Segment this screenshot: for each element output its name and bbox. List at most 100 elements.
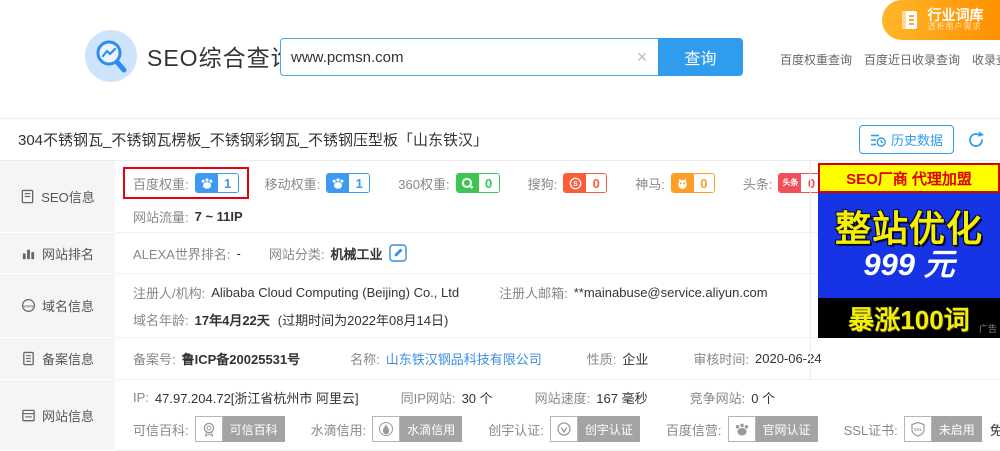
baidu-weight-label: 百度权重: [133,176,189,192]
sidebar-item-site-info: 网站信息 [0,380,115,451]
ad-bottom-strip: 暴涨100词 广告 [818,298,1000,338]
ssl-cert-label: SSL证书: [843,422,898,438]
history-button-label: 历史数据 [890,133,943,148]
sidebar-label: 网站排名 [41,246,94,262]
trusted-baike-badge[interactable]: 可信百科 [194,416,285,442]
logo[interactable]: SEO综合查询 [85,30,295,82]
sidebar-item-domain-info: www 域名信息 [0,274,115,338]
icp-number-value: 鲁ICP备20025531号 [181,352,301,367]
link-index-query[interactable]: 收录查询 [972,51,1000,68]
baidu-weight-value: 1 [217,174,238,192]
domain-age-note: (过期时间为2022年08月14日) [277,312,449,328]
toutiao-label: 头条: [742,176,773,192]
sidebar-item-icp-info: 备案信息 [0,338,115,380]
history-data-button[interactable]: 历史数据 [858,125,954,154]
shuidi-credit-badge[interactable]: 水滴信用 [372,416,463,442]
mobile-weight-value: 1 [349,174,370,192]
bar-chart-icon [22,249,35,259]
baidu-xinying-label: 百度信营: [665,422,722,438]
ad-price: 999 元 [863,247,955,283]
registrant-label: 注册人/机构: [133,285,206,301]
clear-icon[interactable]: × [632,47,652,67]
competitor-value: 0 个 [751,391,776,406]
sidebar: SEO信息 网站排名 www 域名信息 备案信息 网站信息 [0,161,115,451]
ribbon-title: 行业词库 [927,6,984,23]
nature-label: 性质: [586,352,617,367]
query-button[interactable]: 查询 [658,38,743,76]
360-weight-value: 0 [478,174,499,192]
category-value: 机械工业 [330,246,383,262]
email-value: **mainabuse@service.aliyun.com [573,284,768,300]
search-input[interactable] [280,38,658,76]
page-title: 304不锈钢瓦_不锈钢瓦楞板_不锈钢彩钢瓦_不锈钢压型板「山东铁汉」 [18,132,489,149]
link-baidu-weight[interactable]: 百度权重查询 [780,51,852,68]
official-site-cert-badge[interactable]: 官网认证 [727,416,818,442]
seo-query-page: SEO综合查询 × 查询 百度权重查询 百度近日收录查询 收录查询 行业词库 透… [0,0,1000,451]
industry-lexicon-ribbon[interactable]: 行业词库 透析用户需求 [882,0,1000,40]
shenma-badge[interactable]: 0 [670,173,715,193]
ad-headline: 整站优化 [834,207,983,249]
history-list-clock-icon [870,134,886,147]
registrant-value: Alibaba Cloud Computing (Beijing) Co., L… [211,284,460,300]
search-bar: × 查询 [280,38,743,76]
shenma-value: 0 [693,174,714,192]
record-file-icon [23,351,34,366]
same-ip-value: 30 个 [461,391,493,406]
edit-category-icon[interactable] [388,244,407,262]
toutiao-badge[interactable]: 头条 0 [778,173,823,193]
mobile-weight-badge[interactable]: 1 [326,173,371,193]
baidu-paw-icon [327,174,350,192]
competitor-label: 竞争网站: [689,391,746,406]
sidebar-item-seo-info: SEO信息 [0,161,115,233]
trusted-baike-label: 可信百科: [133,422,189,438]
logo-text: SEO综合查询 [147,45,295,71]
same-ip-label: 同IP网站: [400,391,456,406]
baidu-weight-badge[interactable]: 1 [194,173,239,193]
ad-top-strip: SEO厂商 代理加盟 [818,163,1000,193]
ip-label: IP: [133,390,149,405]
baidu-weight-highlight: 百度权重: 1 [123,167,249,199]
baidu-paw-icon [195,174,218,192]
link-baidu-recent-index[interactable]: 百度近日收录查询 [864,51,960,68]
logo-magnifier-icon [85,30,137,82]
traffic-label: 网站流量: [133,210,189,225]
nature-value: 企业 [622,352,649,367]
360-weight-badge[interactable]: 0 [455,173,500,193]
shenma-label: 神马: [635,176,665,192]
chuangyu-cert-label: 创宇认证: [488,422,544,438]
row-icp-info: 备案号: 鲁ICP备20025531号 名称: 山东铁汉钢品科技有限公司 性质:… [115,338,1000,380]
chuangyu-cert-badge[interactable]: 创宇认证 [549,416,640,442]
sidebar-label: 备案信息 [41,352,94,367]
www-globe-icon: www [21,298,36,313]
sogou-label: 搜狗: [527,176,558,192]
domain-age-value: 17年4月22天 [194,312,270,328]
mobile-weight-label: 移动权重: [264,176,321,192]
sogou-badge[interactable]: S 0 [563,173,608,193]
svg-text:SSL: SSL [913,427,922,432]
shuidi-credit-label: 水滴信用: [310,422,367,438]
v-circle-icon [549,416,578,442]
alexa-label: ALEXA世界排名: [133,246,231,262]
refresh-icon[interactable] [966,130,986,150]
360-logo-icon [456,174,479,192]
ssl-shield-icon: SSL [903,416,932,442]
water-drop-icon [372,416,401,442]
medal-icon [194,416,223,442]
sogou-value: 0 [586,174,607,192]
book-icon [901,11,917,29]
result-table: SEO信息 网站排名 www 域名信息 备案信息 网站信息 百度权重: 1 移动… [0,161,1000,451]
ad-tag: 广告 [978,324,997,334]
svg-text:www: www [23,303,34,308]
ad-middle: 整站优化 999 元 [818,193,1000,298]
domain-age-label: 域名年龄: [133,312,189,328]
speed-value: 167 毫秒 [596,391,648,406]
category-label: 网站分类: [268,246,325,262]
traffic-value: 7 ~ 11IP [194,209,243,224]
ssl-cert-badge[interactable]: SSL 未启用 [903,416,982,442]
free-apply-link[interactable]: 免费申请 [990,420,1000,439]
ad-banner[interactable]: SEO厂商 代理加盟 整站优化 999 元 暴涨100词 广告 [818,163,1000,338]
alexa-value: - [236,245,241,261]
sidebar-label: 域名信息 [41,299,94,314]
company-name-link[interactable]: 山东铁汉钢品科技有限公司 [386,349,542,368]
ad-bottom-text: 暴涨100词 [848,304,970,335]
